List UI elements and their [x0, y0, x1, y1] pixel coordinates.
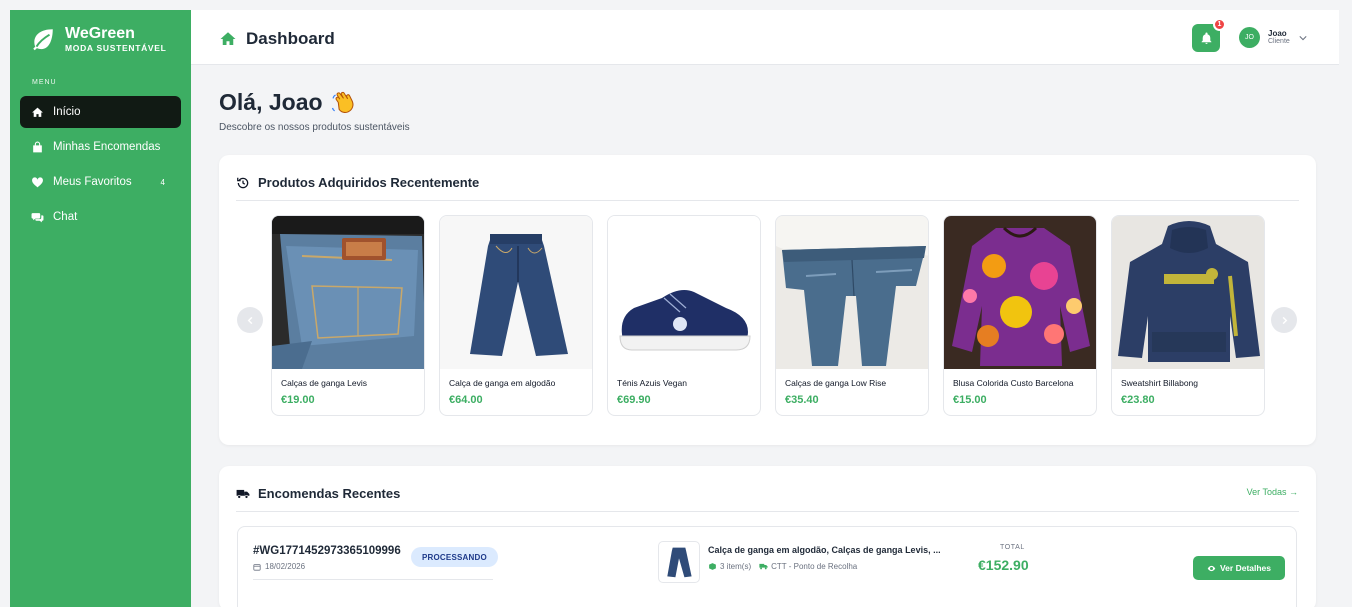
product-price: €19.00 [281, 394, 315, 406]
sidebar-nav: Início Minhas Encomendas Meus Favoritos … [20, 96, 181, 236]
recent-products-title: Produtos Adquiridos Recentemente [258, 175, 480, 190]
avatar: JO [1239, 27, 1260, 48]
history-icon [237, 177, 249, 188]
brand-name: WeGreen [65, 25, 135, 42]
top-bar: Dashboard 1 JO Joao Cliente [191, 10, 1339, 65]
order-date: 18/02/2026 [253, 562, 305, 571]
notifications-button[interactable]: 1 [1192, 18, 1226, 52]
waving-hand-icon [331, 91, 354, 113]
order-items-summary: Calça de ganga em algodão, Calças de gan… [708, 545, 941, 555]
user-menu[interactable]: JO Joao Cliente [1239, 27, 1307, 48]
product-carousel: Calças de ganga Levis €19.00 Calça de ga… [271, 215, 1279, 416]
menu-label: MENU [32, 79, 57, 86]
divider [236, 511, 1299, 512]
sidebar-item-label: Início [53, 106, 81, 118]
bell-icon [1201, 32, 1211, 44]
product-image [661, 544, 697, 580]
page-title: Dashboard [219, 29, 335, 49]
product-name: Calças de ganga Low Rise [785, 378, 887, 388]
product-image [776, 216, 928, 369]
sidebar-item-inicio[interactable]: Início [20, 96, 181, 128]
product-card[interactable]: Calças de ganga Levis €19.00 [271, 215, 425, 416]
calendar-icon [253, 563, 261, 571]
product-name: Ténis Azuis Vegan [617, 378, 687, 388]
order-meta: 3 item(s) CTT - Ponto de Recolha [708, 562, 857, 571]
recent-products-card: Produtos Adquiridos Recentemente Calças … [219, 155, 1316, 445]
product-price: €35.40 [785, 394, 819, 406]
greeting-title: Olá, Joao [219, 89, 356, 116]
user-role: Cliente [1268, 38, 1290, 46]
product-name: Blusa Colorida Custo Barcelona [953, 378, 1074, 388]
box-icon [709, 563, 716, 570]
truck-icon [759, 563, 768, 570]
greeting-text: Olá, Joao [219, 89, 323, 115]
recent-products-header: Produtos Adquiridos Recentemente [236, 175, 479, 190]
product-image [440, 216, 592, 369]
product-name: Calças de ganga Levis [281, 378, 368, 388]
product-price: €64.00 [449, 394, 483, 406]
divider [253, 579, 493, 580]
order-item-thumbnail [658, 541, 700, 583]
chevron-left-icon [247, 316, 252, 324]
total-label: TOTAL [1000, 544, 1025, 551]
sidebar-item-chat[interactable]: Chat [20, 201, 181, 233]
home-icon [220, 32, 236, 45]
sidebar-item-label: Meus Favoritos [53, 176, 132, 188]
product-card[interactable]: Blusa Colorida Custo Barcelona €15.00 [943, 215, 1097, 416]
product-price: €15.00 [953, 394, 987, 406]
order-total: €152.90 [978, 557, 1029, 573]
view-details-label: Ver Detalhes [1219, 563, 1272, 573]
order-date-text: 18/02/2026 [265, 562, 306, 571]
recent-orders-card: Encomendas Recentes Ver Todas → #WG17714… [219, 466, 1316, 607]
page-title-text: Dashboard [246, 29, 335, 48]
carousel-prev-button[interactable] [237, 307, 263, 333]
product-price: €23.80 [1121, 394, 1155, 406]
order-row[interactable]: #WG1771452973365109996 18/02/2026 PROCES… [237, 526, 1297, 607]
product-image [1112, 216, 1264, 369]
view-details-button[interactable]: Ver Detalhes [1193, 556, 1285, 580]
chevron-down-icon [1299, 35, 1307, 40]
sidebar-item-encomendas[interactable]: Minhas Encomendas [20, 131, 181, 163]
user-name: Joao [1268, 28, 1287, 38]
favorites-count-badge: 4 [160, 177, 165, 187]
sidebar-item-favoritos[interactable]: Meus Favoritos 4 [20, 166, 181, 198]
recent-orders-title: Encomendas Recentes [258, 486, 401, 501]
greeting-subtitle: Descobre os nossos produtos sustentáveis [219, 122, 410, 133]
truck-icon [236, 489, 250, 499]
see-all-orders-link[interactable]: Ver Todas → [1247, 487, 1298, 497]
brand-logo[interactable]: WeGreen MODA SUSTENTÁVEL [30, 26, 167, 53]
order-id: #WG1771452973365109996 [253, 545, 401, 557]
brand-tagline: MODA SUSTENTÁVEL [65, 43, 167, 53]
product-card[interactable]: Calça de ganga em algodão €64.00 [439, 215, 593, 416]
product-price: €69.90 [617, 394, 651, 406]
product-card[interactable]: Calças de ganga Low Rise €35.40 [775, 215, 929, 416]
product-name: Calça de ganga em algodão [449, 378, 556, 388]
order-item-count: 3 item(s) [720, 562, 752, 571]
product-image [944, 216, 1096, 369]
eye-icon [1207, 565, 1216, 571]
sidebar-item-label: Minhas Encomendas [53, 141, 161, 153]
product-card[interactable]: Sweatshirt Billabong €23.80 [1111, 215, 1265, 416]
product-card[interactable]: Ténis Azuis Vegan €69.90 [607, 215, 761, 416]
product-name: Sweatshirt Billabong [1121, 378, 1199, 388]
chat-icon [31, 212, 44, 222]
order-shipping: CTT - Ponto de Recolha [771, 562, 858, 571]
notification-count-badge: 1 [1213, 18, 1226, 31]
leaf-icon [33, 29, 53, 51]
status-badge: PROCESSANDO [411, 547, 498, 567]
divider [236, 200, 1299, 201]
heart-icon [32, 176, 43, 187]
sidebar-item-label: Chat [53, 211, 78, 223]
home-icon [32, 107, 43, 117]
product-image [608, 216, 760, 369]
chevron-right-icon [1282, 316, 1287, 324]
recent-orders-header: Encomendas Recentes [236, 486, 400, 501]
sidebar: WeGreen MODA SUSTENTÁVEL MENU Início Min… [10, 10, 191, 607]
product-image [272, 216, 424, 369]
shopping-bag-icon [33, 141, 42, 152]
